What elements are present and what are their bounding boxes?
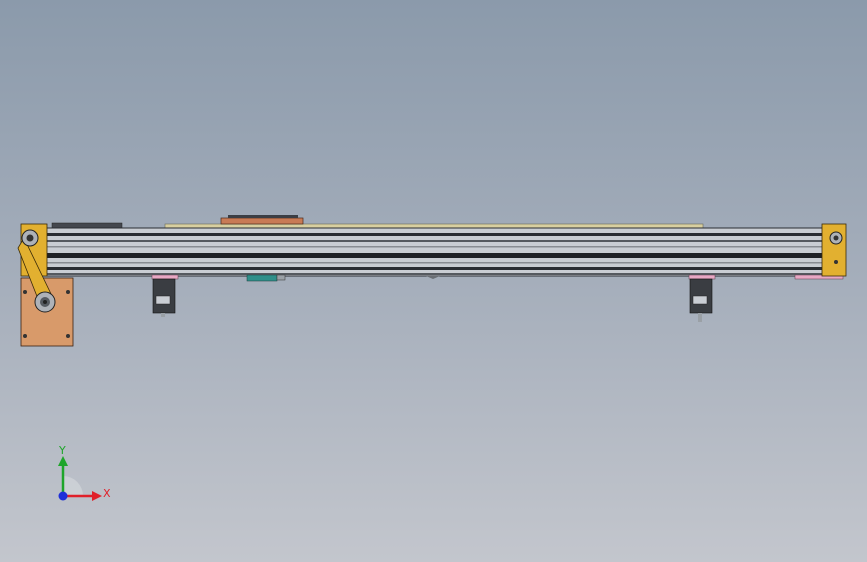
left-top-block xyxy=(51,222,123,229)
aluminum-rail-profile xyxy=(27,227,841,277)
carriage-plate[interactable] xyxy=(220,215,304,225)
triad-y-arrow xyxy=(58,456,68,466)
triad-x-label: X xyxy=(103,487,111,500)
left-stepper-motor[interactable] xyxy=(151,274,179,317)
cad-viewport[interactable]: Y X xyxy=(0,0,867,562)
coordinate-triad[interactable]: Y X xyxy=(50,440,120,510)
center-teal-part xyxy=(246,274,278,282)
linear-module-assembly[interactable] xyxy=(0,0,867,562)
center-teal-part-2 xyxy=(276,274,286,281)
triad-x-arrow xyxy=(92,491,102,501)
top-cover-strip xyxy=(164,223,704,229)
triad-y-label: Y xyxy=(58,444,66,457)
right-stepper-motor[interactable] xyxy=(688,274,716,322)
center-bottom-tab xyxy=(426,276,440,279)
triad-z-origin xyxy=(58,491,68,501)
right-end-plate[interactable] xyxy=(821,223,847,277)
